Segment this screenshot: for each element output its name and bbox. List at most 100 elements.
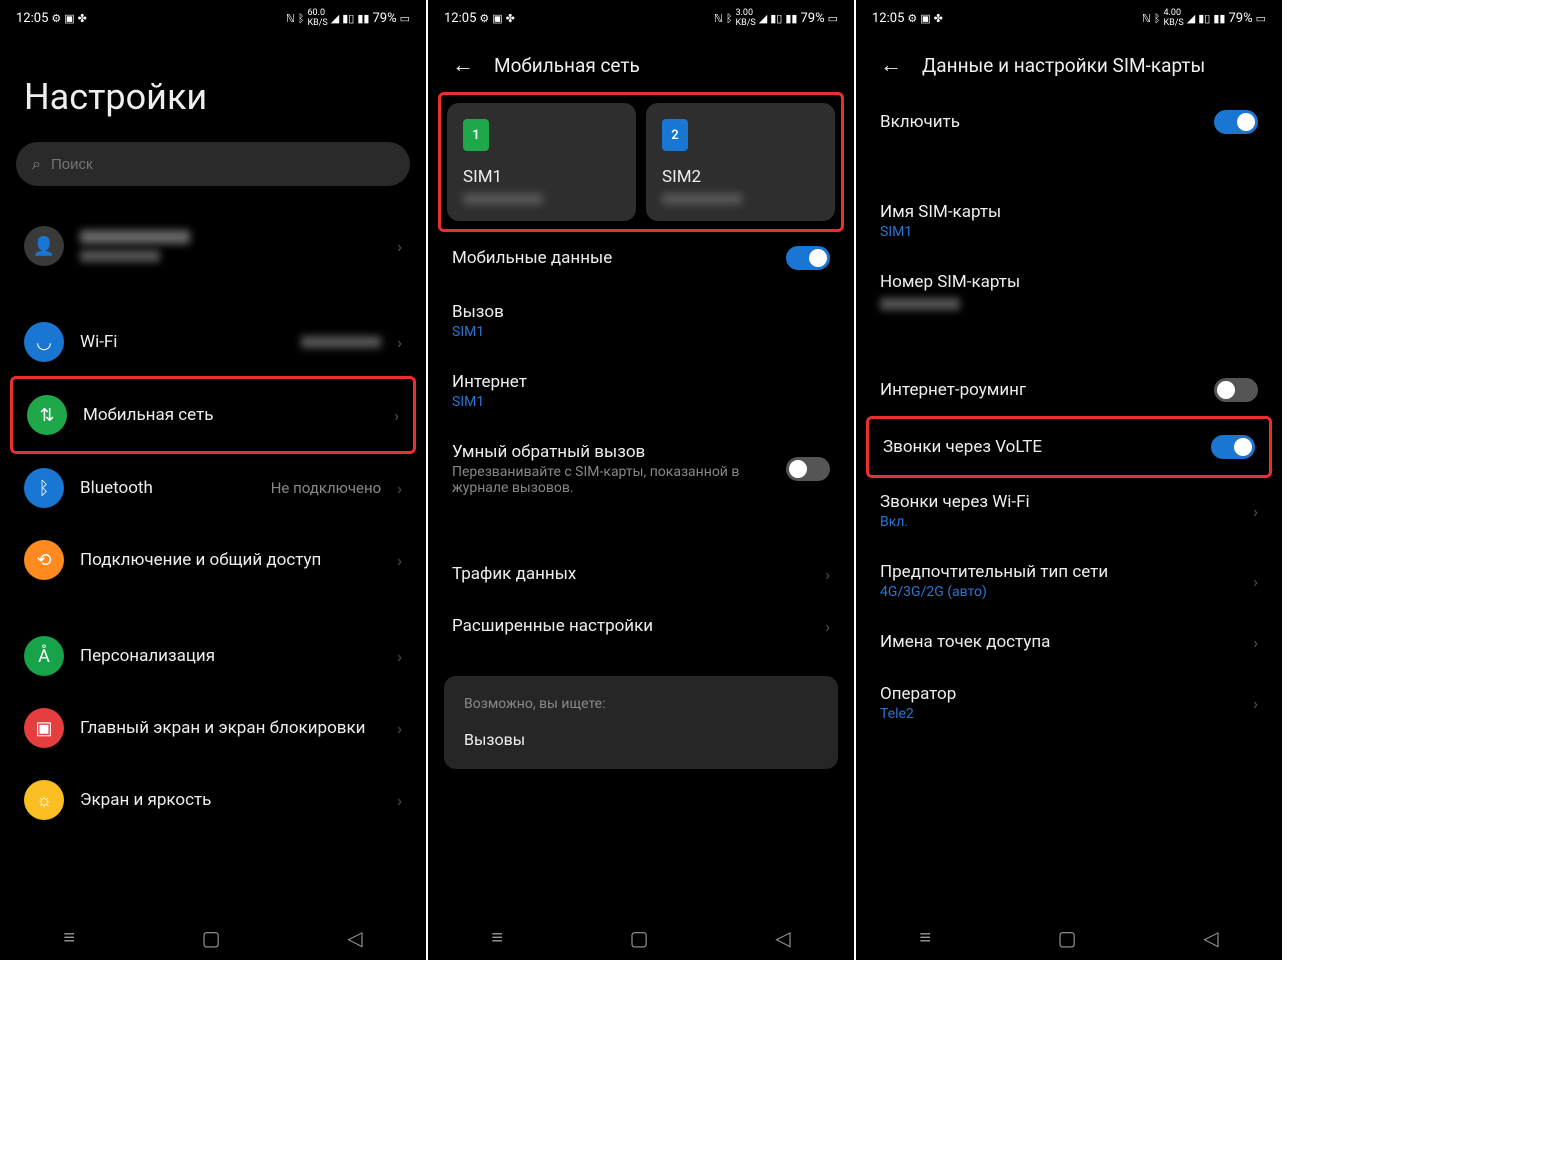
call-sim: SIM1 bbox=[452, 324, 830, 340]
sim2-name: SIM2 bbox=[662, 167, 819, 187]
sim-number-label: Номер SIM-карты bbox=[880, 272, 1258, 292]
personalization-icon: Å bbox=[24, 636, 64, 676]
account-row[interactable]: 👤 › bbox=[16, 210, 410, 282]
mobile-label: Мобильная сеть bbox=[83, 405, 378, 425]
nav-home-button[interactable]: ▢ bbox=[630, 926, 649, 950]
search-bar[interactable]: ⌕ bbox=[16, 142, 410, 186]
operator-row[interactable]: Оператор Tele2 › bbox=[872, 668, 1266, 738]
nav-home-button[interactable]: ▢ bbox=[1058, 926, 1077, 950]
data-traffic-row[interactable]: Трафик данных › bbox=[444, 548, 838, 600]
enable-row[interactable]: Включить bbox=[872, 94, 1266, 150]
battery-percent: 79% bbox=[1228, 11, 1252, 26]
back-button[interactable]: ← bbox=[880, 52, 902, 78]
status-time: 12:05 bbox=[16, 11, 48, 26]
advanced-settings-row[interactable]: Расширенные настройки › bbox=[444, 600, 838, 652]
share-icon: ⟲ bbox=[24, 540, 64, 580]
nav-recent-button[interactable]: ≡ bbox=[491, 925, 503, 950]
volte-row[interactable]: Звонки через VoLTE bbox=[875, 419, 1263, 475]
roaming-toggle[interactable] bbox=[1214, 378, 1258, 402]
nav-back-button[interactable]: ◁ bbox=[775, 926, 790, 950]
sim2-card[interactable]: 2 SIM2 bbox=[646, 103, 835, 221]
personalization-row[interactable]: Å Персонализация › bbox=[16, 620, 410, 692]
redacted bbox=[880, 298, 960, 310]
highlight-mobile-network: ⇅ Мобильная сеть › bbox=[10, 376, 416, 454]
smart-callback-toggle[interactable] bbox=[786, 457, 830, 481]
wifi-label: Wi-Fi bbox=[80, 332, 285, 352]
signal-icon: ▮▮ bbox=[785, 12, 797, 25]
chevron-right-icon: › bbox=[1253, 572, 1258, 591]
search-input[interactable] bbox=[51, 156, 394, 173]
mobile-network-row[interactable]: ⇅ Мобильная сеть › bbox=[19, 379, 407, 451]
screen-sim-settings: 12:05 ⚙ ▣ ✤ ℕ ᛒ 4.00KB/S ◢ ▮▯ ▮▮ 79% ▭ ←… bbox=[856, 0, 1282, 960]
mobile-data-toggle[interactable] bbox=[786, 246, 830, 270]
display-brightness-row[interactable]: ☼ Экран и яркость › bbox=[16, 764, 410, 836]
nav-back-button[interactable]: ◁ bbox=[347, 926, 362, 950]
nav-recent-button[interactable]: ≡ bbox=[919, 925, 931, 950]
wifi-calling-row[interactable]: Звонки через Wi-Fi Вкл. › bbox=[872, 476, 1266, 546]
nav-recent-button[interactable]: ≡ bbox=[63, 925, 75, 950]
highlight-volte: Звонки через VoLTE bbox=[866, 416, 1272, 478]
redacted bbox=[80, 230, 190, 244]
battery-icon: ▭ bbox=[828, 12, 838, 25]
status-app-icon: ✤ bbox=[78, 12, 87, 25]
nav-home-button[interactable]: ▢ bbox=[202, 926, 221, 950]
signal-icon: ▮▮ bbox=[357, 12, 369, 25]
call-row[interactable]: Вызов SIM1 bbox=[444, 286, 838, 356]
suggestion-item[interactable]: Вызовы bbox=[464, 730, 818, 749]
chevron-right-icon: › bbox=[397, 647, 402, 666]
header: ← Мобильная сеть bbox=[444, 36, 838, 94]
wifi-row[interactable]: ◡ Wi-Fi › bbox=[16, 306, 410, 378]
screen-mobile-network: 12:05 ⚙ ▣ ✤ ℕ ᛒ 3.00KB/S ◢ ▮▯ ▮▮ 79% ▭ ←… bbox=[428, 0, 854, 960]
volte-label: Звонки через VoLTE bbox=[883, 437, 1195, 457]
roaming-row[interactable]: Интернет-роуминг bbox=[872, 362, 1266, 418]
battery-percent: 79% bbox=[372, 11, 396, 26]
nfc-icon: ℕ bbox=[1142, 12, 1151, 25]
bluetooth-row[interactable]: ᛒ Bluetooth Не подключено › bbox=[16, 452, 410, 524]
internet-row[interactable]: Интернет SIM1 bbox=[444, 356, 838, 426]
nav-back-button[interactable]: ◁ bbox=[1203, 926, 1218, 950]
nfc-icon: ℕ bbox=[286, 12, 295, 25]
status-app-icon: ⚙ bbox=[479, 12, 489, 25]
roaming-label: Интернет-роуминг bbox=[880, 380, 1198, 400]
net-type-value: 4G/3G/2G (авто) bbox=[880, 584, 1237, 600]
avatar-icon: 👤 bbox=[24, 226, 64, 266]
chevron-right-icon: › bbox=[397, 237, 402, 256]
wifi-icon: ◢ bbox=[331, 12, 339, 25]
mobile-data-row[interactable]: Мобильные данные bbox=[444, 230, 838, 286]
chevron-right-icon: › bbox=[825, 617, 830, 636]
operator-value: Tele2 bbox=[880, 706, 1237, 722]
sim-name-row[interactable]: Имя SIM-карты SIM1 bbox=[872, 186, 1266, 256]
redacted bbox=[662, 193, 742, 205]
sim1-name: SIM1 bbox=[463, 167, 620, 187]
share-label: Подключение и общий доступ bbox=[80, 550, 381, 570]
smart-callback-desc: Перезванивайте с SIM-карты, показанной в… bbox=[452, 464, 770, 496]
connection-sharing-row[interactable]: ⟲ Подключение и общий доступ › bbox=[16, 524, 410, 596]
chevron-right-icon: › bbox=[397, 551, 402, 570]
preferred-network-row[interactable]: Предпочтительный тип сети 4G/3G/2G (авто… bbox=[872, 546, 1266, 616]
net-speed: 3.00KB/S bbox=[735, 8, 755, 28]
signal-icon: ▮▯ bbox=[770, 12, 782, 25]
display-label: Экран и яркость bbox=[80, 790, 381, 810]
internet-sim: SIM1 bbox=[452, 394, 830, 410]
apn-row[interactable]: Имена точек доступа › bbox=[872, 616, 1266, 668]
sim1-card[interactable]: 1 SIM1 bbox=[447, 103, 636, 221]
personalization-label: Персонализация bbox=[80, 646, 381, 666]
nfc-icon: ℕ bbox=[714, 12, 723, 25]
page-title: Настройки bbox=[16, 36, 410, 142]
volte-toggle[interactable] bbox=[1211, 435, 1255, 459]
homescreen-row[interactable]: ▣ Главный экран и экран блокировки › bbox=[16, 692, 410, 764]
suggestions-box: Возможно, вы ищете: Вызовы bbox=[444, 676, 838, 769]
screen-settings-main: 12:05 ⚙ ▣ ✤ ℕ ᛒ 60.0KB/S ◢ ▮▯ ▮▮ 79% ▭ Н… bbox=[0, 0, 426, 960]
nav-bar: ≡ ▢ ◁ bbox=[0, 911, 426, 960]
bluetooth-icon: ᛒ bbox=[1154, 12, 1161, 25]
status-bar: 12:05 ⚙ ▣ ✤ ℕ ᛒ 3.00KB/S ◢ ▮▯ ▮▮ 79% ▭ bbox=[428, 0, 854, 36]
nav-bar: ≡ ▢ ◁ bbox=[856, 911, 1282, 960]
back-button[interactable]: ← bbox=[452, 52, 474, 78]
status-app-icon: ⚙ bbox=[907, 12, 917, 25]
bluetooth-icon: ᛒ bbox=[726, 12, 733, 25]
enable-toggle[interactable] bbox=[1214, 110, 1258, 134]
sim2-badge-icon: 2 bbox=[662, 119, 688, 151]
smart-callback-row[interactable]: Умный обратный вызов Перезванивайте с SI… bbox=[444, 426, 838, 512]
sim-number-row[interactable]: Номер SIM-карты bbox=[872, 256, 1266, 326]
wifi-icon: ◡ bbox=[24, 322, 64, 362]
